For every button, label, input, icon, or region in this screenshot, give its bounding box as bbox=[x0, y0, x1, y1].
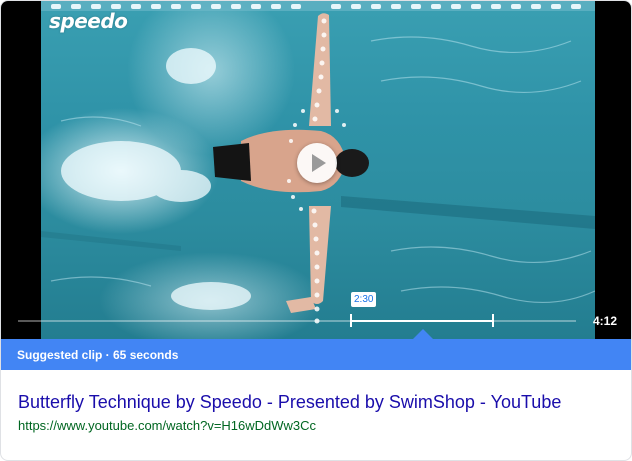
clip-start-marker bbox=[350, 314, 352, 327]
suggested-clip-banner: Suggested clip · 65 seconds bbox=[1, 339, 631, 370]
video-result-card: speedo 2:30 4:12 Suggested clip · 65 sec… bbox=[0, 0, 632, 461]
clip-pointer-caret bbox=[413, 329, 433, 339]
result-title-link[interactable]: Butterfly Technique by Speedo - Presente… bbox=[18, 392, 561, 413]
suggested-clip-range[interactable] bbox=[350, 320, 494, 322]
result-url[interactable]: https://www.youtube.com/watch?v=H16wDdWw… bbox=[18, 418, 316, 433]
clip-end-marker bbox=[492, 314, 494, 327]
logo-text: speedo bbox=[49, 9, 128, 33]
video-player[interactable]: speedo 2:30 4:12 bbox=[1, 1, 631, 339]
clip-start-timestamp: 2:30 bbox=[351, 292, 377, 307]
play-button[interactable] bbox=[297, 143, 337, 183]
play-icon bbox=[312, 154, 326, 172]
video-duration: 4:12 bbox=[593, 314, 618, 328]
speedo-logo: speedo bbox=[49, 9, 128, 33]
suggested-clip-text: Suggested clip · 65 seconds bbox=[17, 348, 179, 362]
